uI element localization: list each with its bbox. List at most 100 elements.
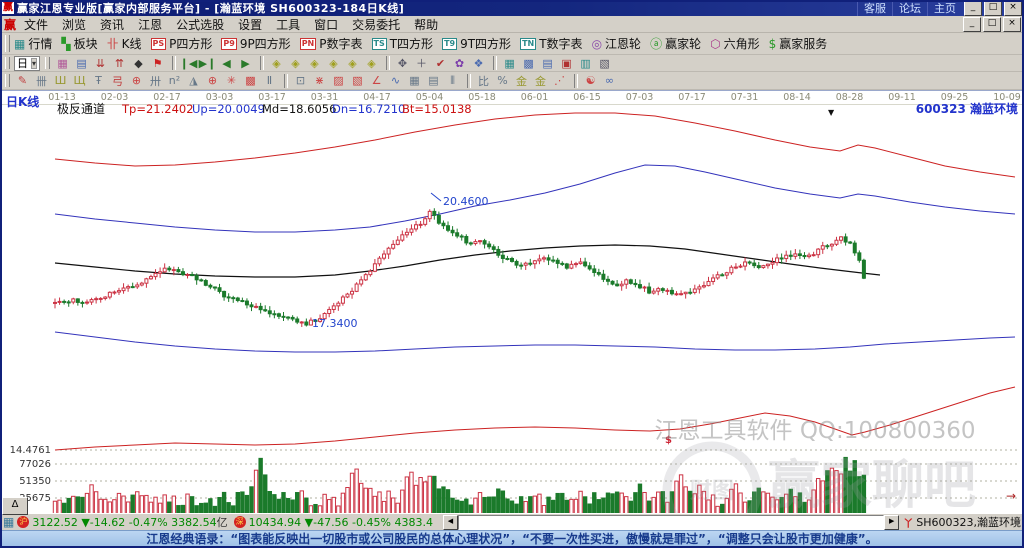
- yinyang-icon[interactable]: ☯: [582, 73, 599, 88]
- tab-daily-kline[interactable]: 日K线: [6, 93, 39, 110]
- zoom-diamond-v-icon[interactable]: ◈: [325, 56, 342, 71]
- toolbar-9p-square-button[interactable]: P9 9P四方形: [221, 35, 291, 52]
- child-minimize-button[interactable]: _: [963, 16, 981, 32]
- channel-tool-icon[interactable]: Ⅱ: [261, 73, 278, 88]
- mark-flag-icon[interactable]: ⚑: [149, 56, 166, 71]
- chart-scroll-right-icon[interactable]: →: [1006, 489, 1016, 503]
- crosshair-icon[interactable]: ＋: [413, 56, 430, 71]
- gann-grid-icon[interactable]: Ш: [52, 73, 69, 88]
- menu-item-settings[interactable]: 设置: [238, 16, 262, 33]
- toolbar-hexagon-button[interactable]: ⬡ 六角形: [710, 35, 760, 52]
- toolbar-sectors-button[interactable]: ▚ 板块: [61, 35, 97, 52]
- caption-link-1[interactable]: 论坛: [892, 0, 927, 16]
- toolbar-9t-square-button[interactable]: T9 9T四方形: [442, 35, 511, 52]
- kline-chart-svg[interactable]: 01-13 02-03 02-17 03-03 03-17 03-31 04-17 05-04…: [0, 91, 1024, 541]
- memo-icon[interactable]: ▤: [539, 56, 556, 71]
- caption-link-0[interactable]: 客服: [857, 0, 892, 16]
- save-icon[interactable]: ▣: [558, 56, 575, 71]
- menu-item-window[interactable]: 窗口: [314, 16, 338, 33]
- golden-box-icon[interactable]: 金: [532, 73, 549, 88]
- expand-volume-button[interactable]: Δ: [2, 497, 28, 515]
- globe-icon[interactable]: ▥: [577, 56, 594, 71]
- quote-grid-icon[interactable]: ▦: [3, 515, 14, 529]
- time-cycles-icon[interactable]: 卅: [147, 73, 164, 88]
- grid-lines-icon[interactable]: 卌: [33, 73, 50, 88]
- t-square-tool-icon[interactable]: Ŧ: [90, 73, 107, 88]
- menu-item-file[interactable]: 文件: [24, 16, 48, 33]
- period-day-dropdown[interactable]: 日 ▾: [14, 55, 41, 71]
- toolbar-winner-wheel-button[interactable]: ⓐ 赢家轮: [650, 35, 701, 52]
- trend-check-icon[interactable]: ✔: [432, 56, 449, 71]
- prev-bar-icon[interactable]: ◀: [218, 56, 235, 71]
- menu-item-formula-stock-pick[interactable]: 公式选股: [176, 16, 224, 33]
- gann-circle-icon[interactable]: ⊕: [204, 73, 221, 88]
- compare-icon[interactable]: 比: [475, 73, 492, 88]
- child-restore-button[interactable]: □: [983, 16, 1001, 32]
- zoom-diamond-left-icon[interactable]: ◈: [268, 56, 285, 71]
- arc-tool-icon[interactable]: 弓: [109, 73, 126, 88]
- triangle-tool-icon[interactable]: ◮: [185, 73, 202, 88]
- toolbar-gann-wheel-button[interactable]: ◎ 江恩轮: [592, 35, 642, 52]
- horizontal-scrollbar[interactable]: ◀ ▶: [442, 514, 900, 530]
- toolbar-kline-button[interactable]: 卝 K线: [107, 35, 142, 52]
- scrollbar-track[interactable]: [457, 514, 885, 530]
- zoom-diamond-center-icon[interactable]: ◈: [344, 56, 361, 71]
- table-tool-icon[interactable]: ▦: [406, 73, 423, 88]
- calculator-icon[interactable]: ▩: [520, 56, 537, 71]
- menu-item-browse[interactable]: 浏览: [62, 16, 86, 33]
- zoom-diamond-right-icon[interactable]: ◈: [287, 56, 304, 71]
- ray-fan-icon[interactable]: ⋇: [311, 73, 328, 88]
- box-select-icon[interactable]: ⊡: [292, 73, 309, 88]
- circle-cross-icon[interactable]: ⊕: [128, 73, 145, 88]
- toolbar-t-number-table-button[interactable]: TN T数字表: [520, 35, 583, 52]
- toolbar-winner-service-button[interactable]: $ 赢家服务: [769, 35, 828, 52]
- angle-tool-icon[interactable]: ∠: [368, 73, 385, 88]
- toolbar-p-number-table-button[interactable]: PN P数字表: [299, 35, 363, 52]
- pattern-icon[interactable]: ❖: [470, 56, 487, 71]
- candle-style-icon[interactable]: ◆: [130, 56, 147, 71]
- calendar-icon[interactable]: ▦: [501, 56, 518, 71]
- scroll-left-icon[interactable]: ◀: [442, 514, 458, 530]
- minimize-button[interactable]: _: [964, 0, 982, 16]
- kline-chart-area[interactable]: 日K线 01-13 02-03 02-17 03-03 03-17 03-31 04-17 0…: [0, 90, 1024, 541]
- next-bar-icon[interactable]: ▶: [237, 56, 254, 71]
- kline-window-icon[interactable]: ▦: [54, 56, 71, 71]
- toolbar-quotes-button[interactable]: ▦ 行情: [14, 35, 52, 52]
- expand-bars-icon[interactable]: ⇈: [111, 56, 128, 71]
- speed-lines-icon[interactable]: ⋰: [551, 73, 568, 88]
- toolbar-p-square-button[interactable]: PS P四方形: [150, 35, 212, 52]
- menu-item-tools[interactable]: 工具: [276, 16, 300, 33]
- close-button[interactable]: ×: [1004, 0, 1022, 16]
- fill-tool-icon[interactable]: ▨: [330, 73, 347, 88]
- star-burst-icon[interactable]: ✳: [223, 73, 240, 88]
- zoom-diamond-h-icon[interactable]: ◈: [306, 56, 323, 71]
- menu-item-help[interactable]: 帮助: [414, 16, 438, 33]
- pan-tool-icon[interactable]: ✥: [394, 56, 411, 71]
- info-panel-icon[interactable]: ▤: [73, 56, 90, 71]
- gann-flower-icon[interactable]: ✿: [451, 56, 468, 71]
- infinity-icon[interactable]: ∞: [601, 73, 618, 88]
- square-numbers-icon[interactable]: n²: [166, 73, 183, 88]
- golden-section-icon[interactable]: 金: [513, 73, 530, 88]
- parallel-lines-icon[interactable]: ⫴: [444, 73, 461, 88]
- restore-button[interactable]: □: [984, 0, 1002, 16]
- child-close-button[interactable]: ×: [1003, 16, 1021, 32]
- scroll-right-icon[interactable]: ▶: [884, 514, 900, 530]
- export-icon[interactable]: ▧: [596, 56, 613, 71]
- last-page-icon[interactable]: ▶❙: [199, 56, 217, 71]
- gann-grid2-icon[interactable]: Щ: [71, 73, 88, 88]
- zoom-diamond-all-icon[interactable]: ◈: [363, 56, 380, 71]
- first-page-icon[interactable]: ❙◀: [180, 56, 198, 71]
- percent-tool-icon[interactable]: %: [494, 73, 511, 88]
- caption-link-2[interactable]: 主页: [927, 0, 962, 16]
- wave-tool-icon[interactable]: ∿: [387, 73, 404, 88]
- menu-item-gann[interactable]: 江恩: [138, 16, 162, 33]
- list-tool-icon[interactable]: ▤: [425, 73, 442, 88]
- toolbar-t-square-button[interactable]: TS T四方形: [371, 35, 433, 52]
- menu-item-trade-order[interactable]: 交易委托: [352, 16, 400, 33]
- fill2-tool-icon[interactable]: ▧: [349, 73, 366, 88]
- shrink-bars-icon[interactable]: ⇊: [92, 56, 109, 71]
- shaded-box-icon[interactable]: ▩: [242, 73, 259, 88]
- pen-tool-icon[interactable]: ✎: [14, 73, 31, 88]
- menu-item-news[interactable]: 资讯: [100, 16, 124, 33]
